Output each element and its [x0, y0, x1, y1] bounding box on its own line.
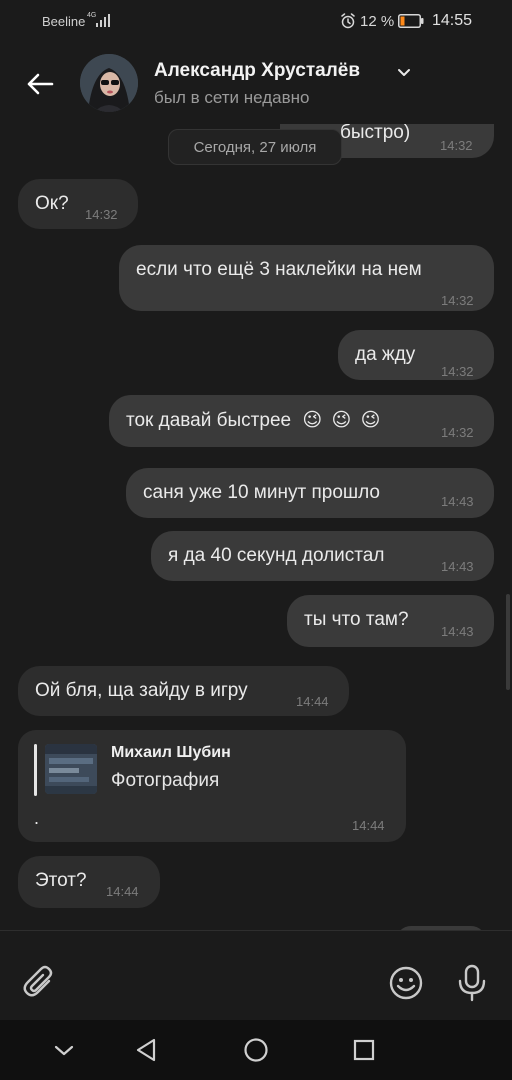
message-composer [0, 930, 512, 1020]
chevron-down-icon[interactable] [397, 68, 411, 78]
wink-emoji: 😉 [302, 410, 323, 431]
message-text: ток давай быстрее 😉 😉 😉 [126, 409, 380, 432]
status-clock: 14:55 [432, 12, 473, 29]
contact-status: был в сети недавно [154, 88, 310, 107]
message-text: Ой бля, ща зайду в игру [35, 680, 248, 701]
back-triangle-icon [136, 1038, 156, 1062]
message-time: 14:43 [441, 494, 474, 509]
emoji-button[interactable] [386, 965, 426, 1005]
back-button[interactable] [20, 64, 60, 104]
message-time: 14:32 [440, 138, 473, 153]
date-separator-label: Сегодня, 27 июля [193, 138, 317, 156]
forward-author: Михаил Шубин [111, 744, 231, 761]
message-outgoing[interactable]: я да 40 секунд долистал 14:43 [151, 531, 494, 581]
recents-square-icon [353, 1039, 375, 1061]
message-text: Ок? [35, 193, 69, 214]
message-text: саня уже 10 минут прошло [143, 482, 380, 503]
photo-thumbnail[interactable] [45, 744, 97, 794]
battery-icon [398, 14, 424, 28]
emoji-icon [389, 966, 423, 1000]
attach-button[interactable] [20, 963, 60, 1003]
message-incoming[interactable]: Ой бля, ща зайду в игру 14:44 [18, 666, 349, 716]
paperclip-icon [23, 965, 53, 997]
alarm-icon [341, 13, 355, 29]
photo-icon [45, 744, 97, 794]
date-separator: Сегодня, 27 июля [168, 129, 342, 165]
chat-header: Александр Хрусталёв был в сети недавно [0, 44, 512, 124]
message-time: 14:44 [352, 818, 385, 833]
message-time: 14:32 [441, 293, 474, 308]
message-time: 14:44 [296, 694, 329, 709]
message-text: да жду [355, 344, 416, 365]
wink-emoji: 😉 [360, 410, 381, 431]
system-recents-button[interactable] [348, 1034, 380, 1066]
message-time: 14:43 [441, 624, 474, 639]
message-text: если что ещё 3 наклейки на нем [136, 259, 422, 280]
system-navigation-bar [0, 1020, 512, 1080]
message-list[interactable]: быстро) 14:32 Сегодня, 27 июля Ок? 14:32… [0, 124, 512, 930]
message-time: 14:32 [441, 364, 474, 379]
avatar-photo [80, 54, 138, 112]
message-time: 14:32 [85, 207, 118, 222]
carrier-name: Beeline [42, 14, 86, 29]
message-text: быстро) [340, 124, 411, 143]
wink-emoji: 😉 [331, 410, 352, 431]
contact-name[interactable]: Александр Хрусталёв [154, 60, 360, 82]
forward-indicator-bar [34, 744, 37, 796]
message-text: Этот? [35, 870, 87, 891]
message-outgoing[interactable]: если что ещё 3 наклейки на нем 14:32 [119, 245, 494, 311]
message-text: ты что там? [304, 609, 409, 630]
collapse-chevron-icon [54, 1045, 74, 1056]
network-type-badge: 4G [87, 12, 97, 19]
status-bar: Beeline 4G 12 % 14:55 [0, 0, 512, 44]
message-outgoing[interactable]: да жду 14:32 [338, 330, 494, 380]
system-home-button[interactable] [240, 1034, 272, 1066]
message-outgoing[interactable]: ты что там? 14:43 [287, 595, 494, 647]
message-time: 14:44 [106, 884, 139, 899]
system-back-button[interactable] [130, 1034, 162, 1066]
collapse-button[interactable] [48, 1034, 80, 1066]
message-incoming[interactable]: Этот? 14:44 [18, 856, 160, 908]
message-time: 14:43 [441, 559, 474, 574]
message-text-body: ток давай быстрее [126, 410, 292, 431]
forward-attachment-label: Фотография [111, 770, 220, 791]
voice-message-button[interactable] [452, 963, 492, 1003]
microphone-icon [458, 964, 486, 1002]
battery-percent: 12 % [360, 13, 395, 30]
signal-icon [96, 14, 110, 27]
scrollbar[interactable] [506, 594, 510, 690]
message-forwarded[interactable]: Михаил Шубин Фотография . 14:44 [18, 730, 406, 842]
message-text: я да 40 секунд долистал [168, 545, 385, 566]
message-outgoing[interactable]: саня уже 10 минут прошло 14:43 [126, 468, 494, 518]
message-time: 14:32 [441, 425, 474, 440]
home-circle-icon [244, 1038, 268, 1062]
back-arrow-icon [27, 73, 54, 95]
message-outgoing[interactable]: ток давай быстрее 😉 😉 😉 14:32 [109, 395, 494, 447]
message-incoming[interactable]: Ок? 14:32 [18, 179, 138, 229]
message-text: . [34, 808, 40, 828]
avatar[interactable] [80, 54, 138, 112]
